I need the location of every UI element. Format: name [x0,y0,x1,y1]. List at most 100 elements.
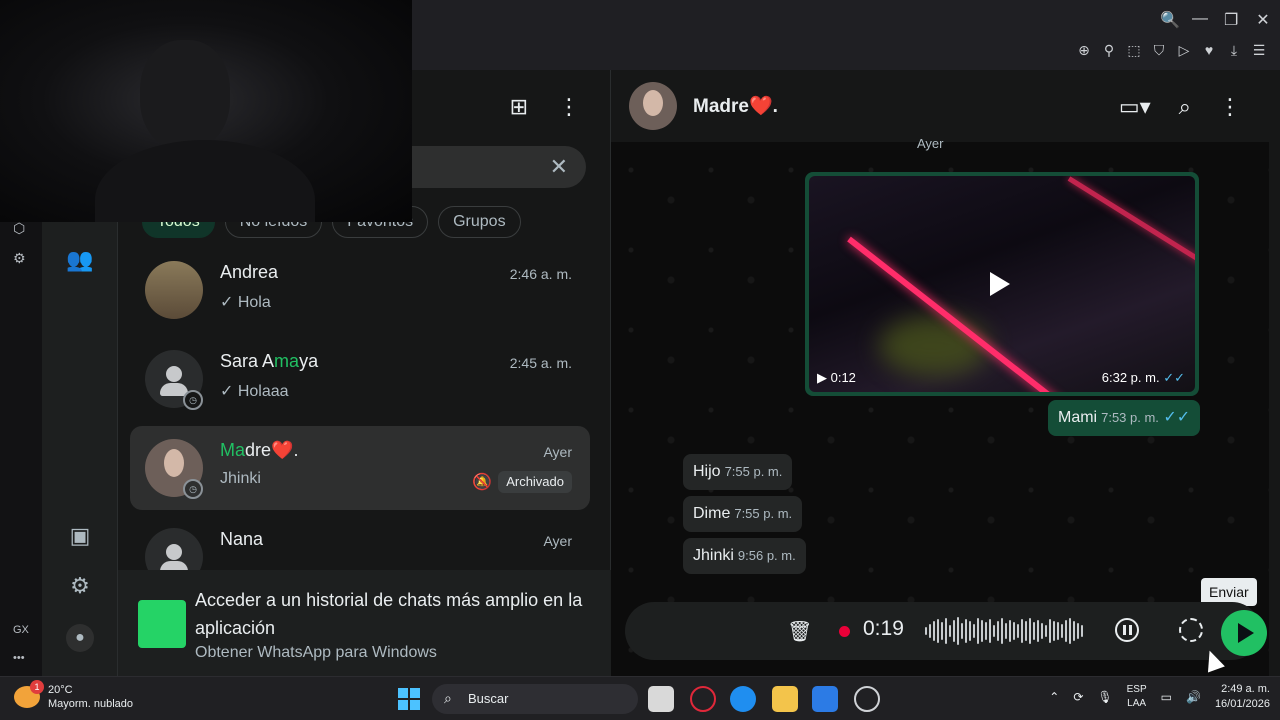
waveform-bar [973,624,975,638]
recording-indicator [839,626,850,637]
message-bubble[interactable]: Hijo 7:55 p. m. [683,454,793,490]
settings-icon[interactable]: ⚙ [13,250,26,267]
windows-taskbar: 1 20°C Mayorm. nublado ⌕ Buscar ⌃ ⟳ 🎙 ES… [0,676,1280,720]
store-icon[interactable] [812,686,838,712]
language-indicator[interactable]: ESP LAA [1127,683,1147,711]
status-icon: ◷ [183,479,203,499]
close-window-icon[interactable]: ✕ [1256,10,1270,30]
heart-icon[interactable]: ♥ [1202,42,1216,59]
avatar [145,528,203,570]
zoom-icon[interactable]: ⊕ [1077,42,1091,59]
menu-icon[interactable]: ⋮ [558,94,580,120]
volume-icon[interactable]: 🔊 [1186,690,1201,704]
pause-recording-button[interactable] [1115,618,1139,642]
new-chat-icon[interactable]: ⊞ [510,94,528,120]
weather-widget[interactable]: 1 20°C Mayorm. nublado [14,680,133,711]
status-icon: ◷ [183,390,203,410]
video-message[interactable]: ▶ 0:12 6:32 p. m. ✓✓ [805,172,1199,396]
muted-icon: 🔕 [472,474,492,491]
chevron-up-icon[interactable]: ⌃ [1049,690,1059,704]
view-once-button[interactable] [1179,618,1203,642]
download-icon[interactable]: ⤓ [1227,42,1241,59]
chat-item-andrea[interactable]: Andrea 2:46 a. m. ✓ Hola [130,248,590,332]
network-icon[interactable]: ▭ [1161,690,1172,704]
chat-item-sara[interactable]: ◷ Sara Amaya 2:45 a. m. ✓ Holaaa [130,337,590,421]
file-explorer-icon[interactable] [772,686,798,712]
contact-name[interactable]: Madre❤️. [693,94,778,118]
message-bubble[interactable]: Jhinki 9:56 p. m. [683,538,806,574]
media-icon[interactable]: ▣ [66,522,94,550]
video-call-icon[interactable]: ▭▾ [1119,94,1151,120]
waveform-bar [949,625,951,637]
chat-preview: ✓ Holaaa [220,383,289,400]
video-thumbnail[interactable]: ▶ 0:12 6:32 p. m. ✓✓ [809,176,1195,392]
waveform-bar [965,619,967,643]
waveform-bar [1021,619,1023,643]
minimize-icon[interactable]: — [1192,10,1208,30]
player-icon[interactable]: ▷ [1177,42,1191,59]
whatsapp-logo-icon [138,600,186,648]
microphone-icon[interactable]: 🎙 [1097,690,1112,704]
snapshot-icon[interactable]: ⬚ [1127,42,1141,59]
chat-name: Madre❤️. [220,440,299,460]
message-bubble[interactable]: Mami 7:53 p. m. ✓✓ [1048,400,1201,436]
archived-badge: Archivado [498,471,572,493]
waveform-bar [1001,618,1003,644]
search-tabs-icon[interactable]: 🔍 [1160,10,1180,30]
waveform-bar [989,619,991,643]
shield-icon[interactable]: ⛉ [1152,42,1166,59]
waveform-bar [1025,621,1027,641]
banner-link[interactable]: Obtener WhatsApp para Windows [195,644,437,662]
waveform-bar [1073,621,1075,641]
filter-groups[interactable]: Grupos [438,206,521,238]
download-app-banner[interactable]: Acceder a un historial de chats más ampl… [118,570,611,676]
more-icon[interactable]: ••• [13,652,25,664]
waveform-bar [1053,621,1055,641]
start-button[interactable] [398,688,420,710]
window-controls: 🔍 — ❐ ✕ [1160,10,1270,30]
waveform-bar [1037,620,1039,642]
search-icon[interactable]: ⌕ [1179,94,1191,120]
delete-recording-icon[interactable]: 🗑 [787,619,812,644]
settings-icon[interactable]: ⚙ [66,572,94,600]
chat-list-header-actions: ⊞ ⋮ [510,94,580,120]
menu-icon[interactable]: ⋮ [1219,94,1241,120]
waveform-bar [1013,622,1015,640]
pin-icon[interactable]: ⚲ [1102,42,1116,59]
edge-icon[interactable] [730,686,756,712]
waveform-bar [1065,620,1067,642]
extensions-icon[interactable]: ⬡ [13,220,25,237]
message-bubble[interactable]: Dime 7:55 p. m. [683,496,803,532]
chat-name: Sara Amaya [220,351,319,371]
banner-title: Acceder a un historial de chats más ampl… [195,590,583,638]
communities-icon[interactable]: 👥 [66,246,94,274]
waveform-bar [925,627,927,635]
app-icon[interactable] [854,686,880,712]
profile-icon[interactable]: ● [66,624,94,652]
opera-gx-icon[interactable] [690,686,716,712]
easy-setup-icon[interactable]: ☰ [1252,42,1266,59]
contact-avatar[interactable] [629,82,677,130]
clock[interactable]: 2:49 a. m. 16/01/2026 [1215,682,1270,712]
date-separator: Ayer [917,136,944,151]
chat-item-nana[interactable]: Nana Ayer [130,515,590,570]
sync-icon[interactable]: ⟳ [1073,690,1083,704]
weather-icon: 1 [14,680,44,708]
chat-time: Ayer [543,533,572,549]
play-icon[interactable] [990,272,1010,296]
waveform-bar [1033,622,1035,640]
task-view-icon[interactable] [648,686,674,712]
waveform-bar [1029,618,1031,644]
waveform-bar [997,621,999,641]
clear-search-icon[interactable]: ✕ [550,154,568,180]
page-scrollbar[interactable] [1269,70,1280,676]
taskbar-search[interactable]: ⌕ Buscar [432,684,638,714]
waveform-bar [1005,623,1007,639]
waveform-bar [981,620,983,642]
chat-item-madre[interactable]: ◷ Madre❤️. Ayer Jhinki 🔕 Archivado [130,426,590,510]
waveform-bar [1049,619,1051,643]
restore-icon[interactable]: ❐ [1224,10,1238,30]
conversation-header[interactable]: Madre❤️. ▭▾ ⌕ ⋮ [611,70,1269,142]
read-ticks-icon: ✓✓ [1163,370,1185,385]
send-button[interactable] [1221,610,1267,656]
